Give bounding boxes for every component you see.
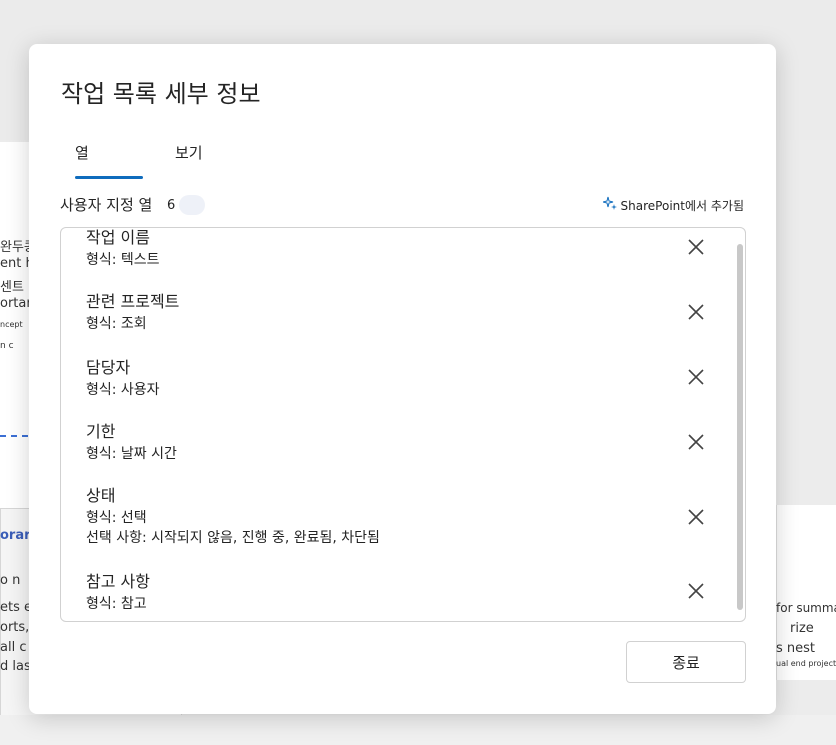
column-choices: 선택 사항: 시작되지 않음, 진행 중, 완료됨, 차단됨: [86, 530, 380, 546]
background-text: s nest: [776, 641, 816, 656]
column-type: 형식: 선택: [86, 510, 147, 526]
column-type: 형식: 참고: [86, 596, 147, 612]
background-text: 센트: [0, 280, 24, 295]
background-text: ual end project: [776, 659, 836, 668]
sharepoint-added-label: SharePoint에서 추가됨: [620, 198, 744, 213]
column-name: 작업 이름: [86, 228, 150, 247]
sharepoint-added-note: SharePoint에서 추가됨: [602, 196, 744, 214]
column-name: 참고 사항: [86, 572, 150, 591]
column-type: 형식: 날짜 시간: [86, 446, 177, 462]
close-icon: [688, 583, 704, 599]
background-text: d las: [0, 659, 31, 674]
background-text: rize: [790, 621, 814, 636]
custom-columns-label: 사용자 지정 열: [60, 196, 153, 214]
close-icon: [688, 304, 704, 320]
list-item: 담당자 형식: 사용자: [86, 358, 716, 400]
list-item: 관련 프로젝트 형식: 조회: [86, 292, 716, 334]
list-item: 상태 형식: 선택 선택 사항: 시작되지 않음, 진행 중, 완료됨, 차단됨: [86, 486, 716, 548]
background-text: ets e: [0, 600, 32, 615]
tab-views[interactable]: 보기: [175, 142, 203, 163]
column-type: 형식: 사용자: [86, 382, 160, 398]
close-icon: [688, 434, 704, 450]
dialog-title: 작업 목록 세부 정보: [61, 80, 261, 108]
background-text: all c: [0, 640, 27, 655]
list-scrollbar[interactable]: [737, 244, 743, 610]
remove-column-button[interactable]: [681, 232, 711, 262]
column-count-badge: 6: [167, 195, 206, 215]
column-count: 6: [167, 197, 176, 213]
list-item: 참고 사항 형식: 참고: [86, 572, 716, 614]
background-footer: [0, 715, 836, 745]
list-item: 기한 형식: 날짜 시간: [86, 422, 716, 464]
background-text: ncept: [0, 320, 23, 329]
list-details-dialog: 작업 목록 세부 정보 열 보기 사용자 지정 열 6 SharePoint에서…: [29, 44, 776, 714]
background-text: for summa: [776, 601, 836, 615]
column-name: 기한: [86, 422, 116, 441]
column-name: 담당자: [86, 358, 131, 377]
background-text: ortar: [0, 296, 32, 311]
count-pill: [179, 195, 206, 215]
close-button[interactable]: 종료: [626, 641, 746, 683]
remove-column-button[interactable]: [681, 576, 711, 606]
remove-column-button[interactable]: [681, 297, 711, 327]
column-name: 상태: [86, 486, 116, 505]
background-text: n c: [0, 341, 14, 351]
close-icon: [688, 239, 704, 255]
background-text: o n: [0, 573, 21, 588]
sparkle-icon: [602, 196, 617, 214]
remove-column-button[interactable]: [681, 427, 711, 457]
column-type: 형식: 텍스트: [86, 252, 160, 268]
list-item: 작업 이름 형식: 텍스트: [86, 228, 716, 270]
selected-tab-indicator: [75, 176, 143, 179]
close-icon: [688, 369, 704, 385]
column-type: 형식: 조회: [86, 316, 147, 332]
column-list[interactable]: 작업 이름 형식: 텍스트 관련 프로젝트 형식: 조회 담당자 형식: 사용자…: [60, 227, 746, 622]
background-text: orts,: [0, 620, 30, 635]
close-icon: [688, 509, 704, 525]
background-dashed-line: [0, 435, 28, 437]
tab-columns[interactable]: 열: [75, 142, 89, 163]
remove-column-button[interactable]: [681, 362, 711, 392]
column-name: 관련 프로젝트: [86, 292, 180, 311]
remove-column-button[interactable]: [681, 502, 711, 532]
